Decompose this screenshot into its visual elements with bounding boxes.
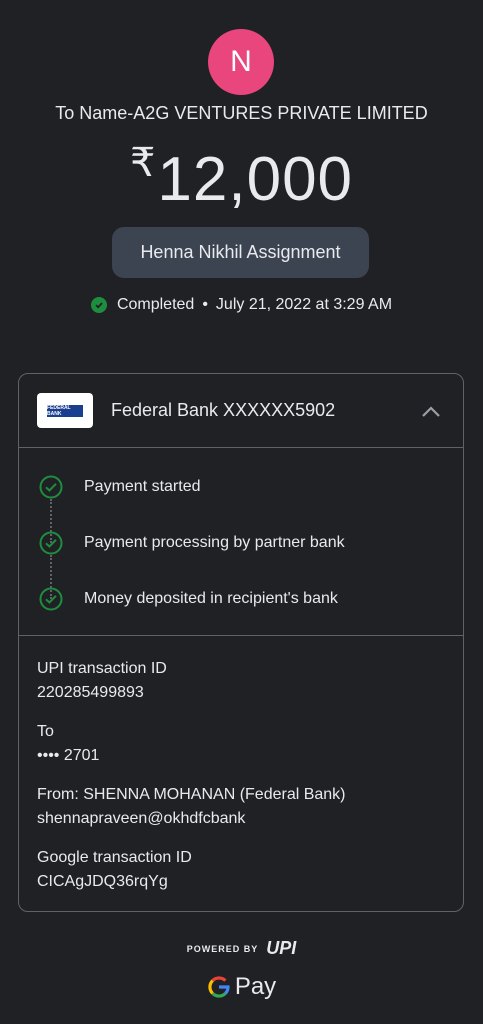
amount-value: 12,000 xyxy=(157,145,354,214)
timeline-step: Money deposited in recipient's bank xyxy=(39,587,338,611)
status-separator: • xyxy=(202,296,208,313)
chevron-up-icon[interactable] xyxy=(419,400,443,424)
status-datetime: July 21, 2022 at 3:29 AM xyxy=(215,296,393,313)
status-text: Completed xyxy=(116,296,195,313)
bank-account-name: Federal Bank XXXXXX5902 xyxy=(111,400,336,420)
detail-upi-id[interactable]: UPI transaction ID 220285499893 xyxy=(37,657,346,705)
powered-by-text: POWERED BY xyxy=(186,943,259,954)
check-circle-icon xyxy=(39,531,63,555)
bank-logo: FEDERAL BANK xyxy=(37,393,93,428)
avatar: N xyxy=(208,29,274,95)
payment-note: Henna Nikhil Assignment xyxy=(112,227,369,278)
google-g-icon xyxy=(208,976,230,998)
detail-to: To •••• 2701 xyxy=(37,720,346,768)
payment-timeline: Payment started Payment processing by pa… xyxy=(19,448,463,636)
detail-key: UPI transaction ID xyxy=(37,660,167,677)
transaction-details-card: FEDERAL BANK Federal Bank XXXXXX5902 Pay… xyxy=(18,373,464,912)
status-line: Completed • July 21, 2022 at 3:29 AM xyxy=(0,296,483,314)
detail-value: 220285499893 xyxy=(37,684,144,701)
detail-value: •••• 2701 xyxy=(37,747,100,764)
powered-by-upi: POWERED BY UPI xyxy=(0,938,483,959)
check-circle-icon xyxy=(39,475,63,499)
currency-symbol: ₹ xyxy=(129,141,156,185)
timeline-step-label: Payment started xyxy=(84,478,201,495)
detail-value: shennapraveen@okhdfcbank xyxy=(37,810,246,827)
bank-account-row[interactable]: FEDERAL BANK Federal Bank XXXXXX5902 xyxy=(19,374,463,448)
upi-logo: UPI xyxy=(266,938,297,958)
detail-value: CICAgJDQ36rqYg xyxy=(37,873,168,890)
detail-key: Google transaction ID xyxy=(37,849,192,866)
transaction-details: UPI transaction ID 220285499893 To •••• … xyxy=(37,657,346,909)
timeline-step: Payment started xyxy=(39,475,201,499)
detail-google-id[interactable]: Google transaction ID CICAgJDQ36rqYg xyxy=(37,846,346,894)
detail-from: From: SHENNA MOHANAN (Federal Bank) shen… xyxy=(37,783,346,831)
completed-check-icon xyxy=(90,297,107,313)
gpay-text: Pay xyxy=(234,973,277,1000)
detail-key: From: SHENNA MOHANAN (Federal Bank) xyxy=(37,786,346,803)
amount: ₹12,000 xyxy=(0,140,483,215)
detail-key: To xyxy=(37,723,54,740)
check-circle-icon xyxy=(39,587,63,611)
gpay-logo: Pay xyxy=(0,973,483,1001)
timeline-step-label: Money deposited in recipient's bank xyxy=(84,590,338,607)
recipient-name: To Name-A2G VENTURES PRIVATE LIMITED xyxy=(55,103,428,123)
timeline-step: Payment processing by partner bank xyxy=(39,531,345,555)
timeline-step-label: Payment processing by partner bank xyxy=(84,534,345,551)
